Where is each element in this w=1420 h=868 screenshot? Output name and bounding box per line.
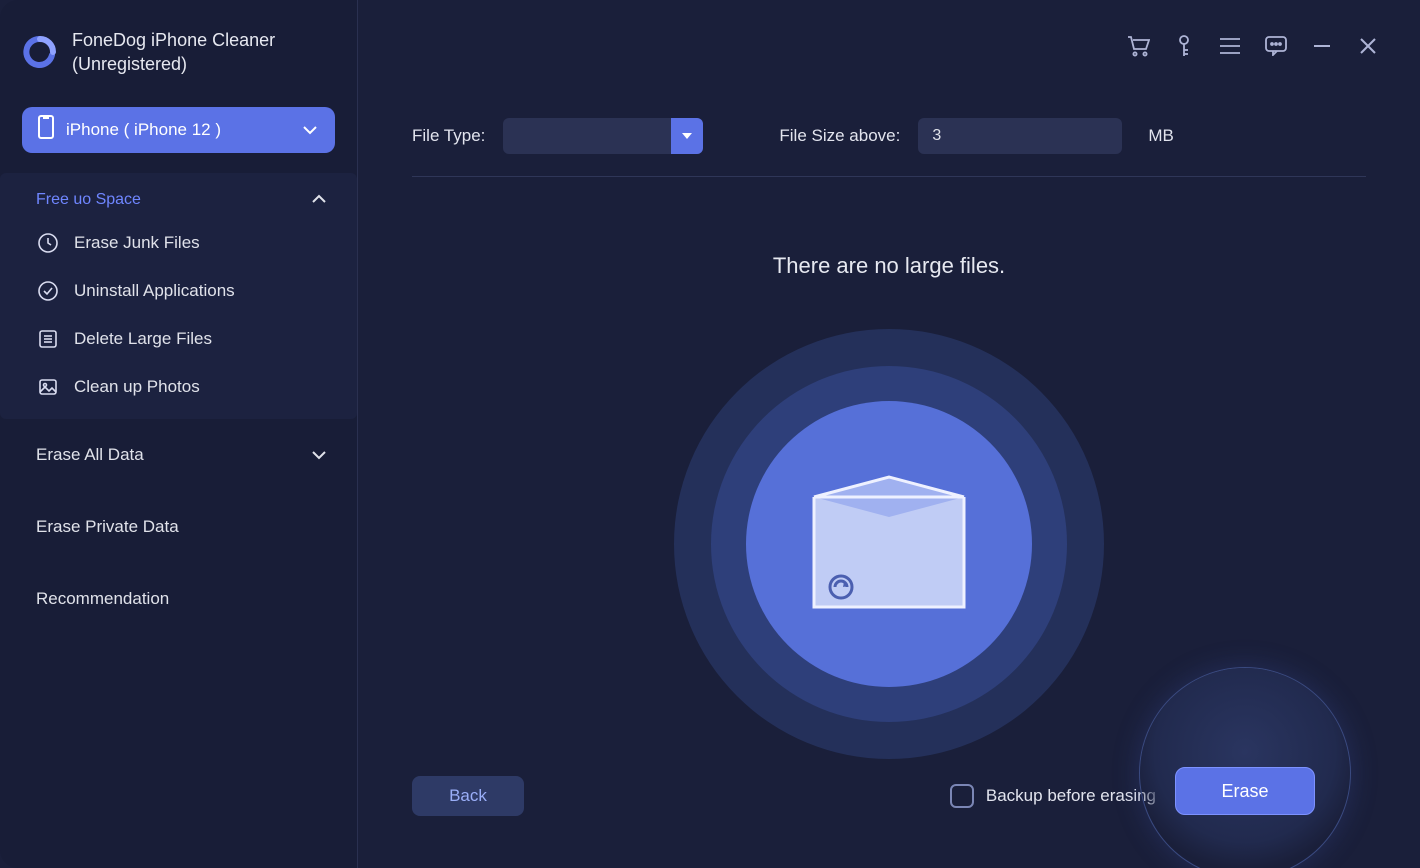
file-box-icon xyxy=(794,457,984,632)
filter-row: File Type: File Size above: MB xyxy=(358,0,1420,154)
clock-icon xyxy=(36,231,60,255)
chevron-up-icon xyxy=(311,191,327,209)
menu-icon[interactable] xyxy=(1218,34,1242,58)
key-icon[interactable] xyxy=(1172,34,1196,58)
app-logo-icon xyxy=(22,34,58,70)
section-erase-private[interactable]: Erase Private Data xyxy=(0,491,357,563)
list-icon xyxy=(36,327,60,351)
divider xyxy=(412,176,1366,177)
section-label: Erase Private Data xyxy=(36,517,179,537)
app-title: FoneDog iPhone Cleaner (Unregistered) xyxy=(72,28,275,77)
empty-state-illustration xyxy=(674,329,1104,759)
brand-header: FoneDog iPhone Cleaner (Unregistered) xyxy=(0,0,357,89)
file-type-select[interactable] xyxy=(503,118,703,154)
file-size-input[interactable] xyxy=(918,118,1122,154)
group-label: Free uo Space xyxy=(36,191,141,209)
nav-group-free-space: Free uo Space Erase Junk Files xyxy=(0,173,357,419)
nav-label: Erase Junk Files xyxy=(74,233,200,253)
nav-label: Delete Large Files xyxy=(74,329,212,349)
erase-button[interactable]: Erase xyxy=(1175,767,1315,815)
erase-highlight-circle: Erase xyxy=(1140,668,1350,868)
back-button[interactable]: Back xyxy=(412,776,524,816)
section-erase-all[interactable]: Erase All Data xyxy=(0,419,357,491)
titlebar xyxy=(1126,34,1380,58)
device-label: iPhone ( iPhone 12 ) xyxy=(66,120,221,140)
backup-checkbox-row[interactable]: Backup before erasing xyxy=(950,784,1156,808)
cart-icon[interactable] xyxy=(1126,34,1150,58)
photo-icon xyxy=(36,375,60,399)
apps-icon xyxy=(36,279,60,303)
chevron-down-icon xyxy=(301,121,319,139)
nav-item-delete-large[interactable]: Delete Large Files xyxy=(0,315,357,363)
main-panel: File Type: File Size above: MB There are… xyxy=(358,0,1420,868)
checkbox-icon[interactable] xyxy=(950,784,974,808)
dropdown-arrow-icon xyxy=(671,118,703,154)
file-type-label: File Type: xyxy=(412,126,485,146)
close-icon[interactable] xyxy=(1356,34,1380,58)
feedback-icon[interactable] xyxy=(1264,34,1288,58)
chevron-down-icon xyxy=(311,445,327,465)
group-header-free-space[interactable]: Free uo Space xyxy=(0,173,357,219)
size-unit: MB xyxy=(1148,126,1174,146)
section-label: Recommendation xyxy=(36,589,169,609)
minimize-icon[interactable] xyxy=(1310,34,1334,58)
phone-icon xyxy=(38,115,54,144)
backup-label: Backup before erasing xyxy=(986,786,1156,806)
nav-item-erase-junk[interactable]: Erase Junk Files xyxy=(0,219,357,267)
device-select[interactable]: iPhone ( iPhone 12 ) xyxy=(22,107,335,153)
nav-item-uninstall-apps[interactable]: Uninstall Applications xyxy=(0,267,357,315)
section-label: Erase All Data xyxy=(36,445,144,465)
nav-label: Uninstall Applications xyxy=(74,281,235,301)
sidebar: FoneDog iPhone Cleaner (Unregistered) iP… xyxy=(0,0,358,868)
empty-state-message: There are no large files. xyxy=(358,253,1420,279)
file-size-label: File Size above: xyxy=(779,126,900,146)
section-recommendation[interactable]: Recommendation xyxy=(0,563,357,635)
nav-label: Clean up Photos xyxy=(74,377,200,397)
nav-item-clean-photos[interactable]: Clean up Photos xyxy=(0,363,357,411)
